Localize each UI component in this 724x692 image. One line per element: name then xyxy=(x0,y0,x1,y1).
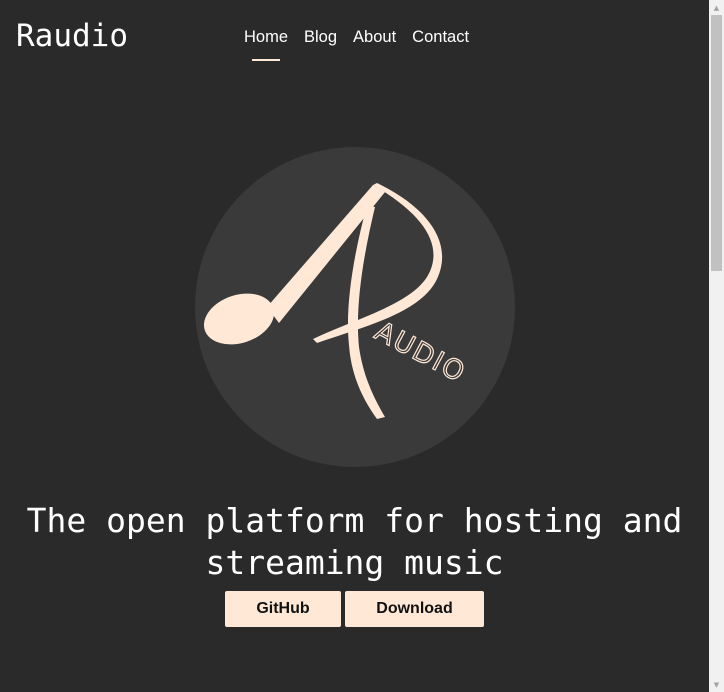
headline-line-1: The open platform for hosting and xyxy=(26,501,683,540)
main-nav: Home Blog About Contact xyxy=(236,24,477,61)
nav-about-link[interactable]: About xyxy=(345,24,404,50)
nav-blog-link[interactable]: Blog xyxy=(296,24,345,50)
nav-home-link[interactable]: Home xyxy=(236,24,296,61)
github-button[interactable]: GitHub xyxy=(225,591,341,627)
brand-title[interactable]: Raudio xyxy=(16,16,128,56)
headline-line-2: streaming music xyxy=(205,543,504,582)
scrollbar-thumb[interactable] xyxy=(711,15,722,271)
raudio-logo: AUDIO xyxy=(195,147,515,467)
download-button[interactable]: Download xyxy=(345,591,484,627)
nav-contact-link[interactable]: Contact xyxy=(404,24,477,50)
hero-headline: The open platform for hosting and stream… xyxy=(0,500,709,584)
scroll-up-arrow-icon[interactable]: ▲ xyxy=(709,0,724,15)
scroll-down-arrow-icon[interactable]: ▼ xyxy=(709,677,724,692)
hero-buttons: GitHub Download xyxy=(225,591,484,627)
vertical-scrollbar[interactable]: ▲ ▼ xyxy=(709,0,724,692)
page: Raudio Home Blog About Contact AUDIO The… xyxy=(0,0,709,692)
